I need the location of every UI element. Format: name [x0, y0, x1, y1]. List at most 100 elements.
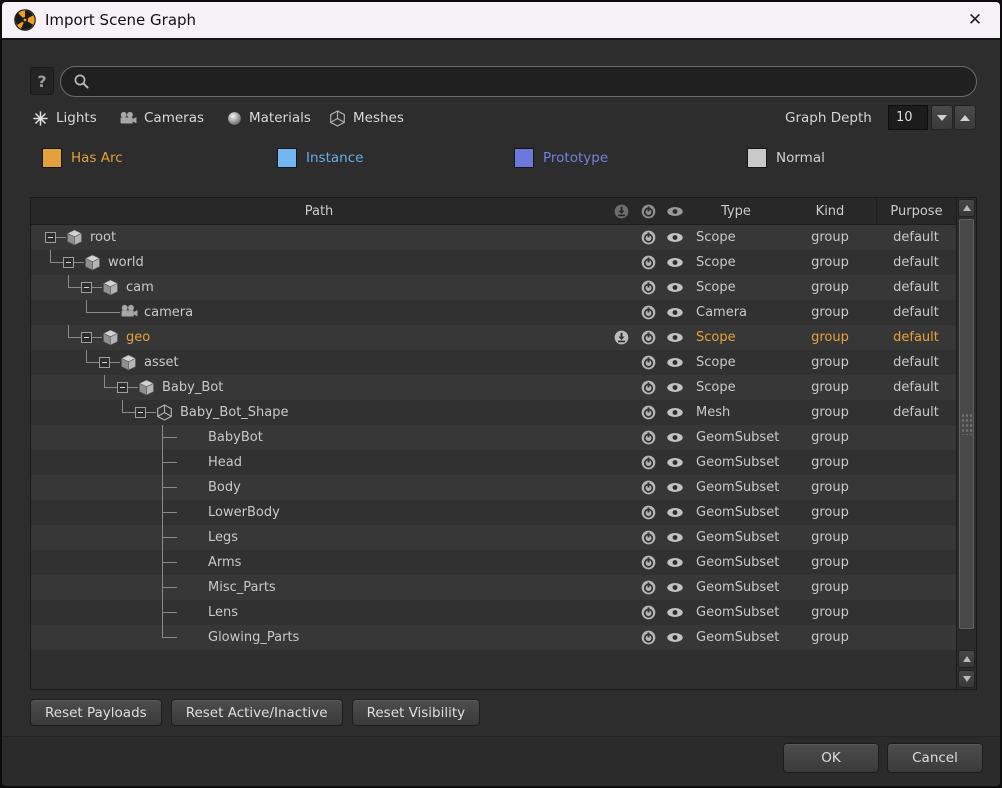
tree-row-lens[interactable]: LensGeomSubsetgroup	[31, 600, 956, 625]
kind-cell: group	[784, 455, 876, 470]
scroll-up-button[interactable]	[958, 199, 975, 217]
vertical-scrollbar[interactable]	[956, 198, 976, 689]
tree-row-baby_bot[interactable]: Baby_BotScopegroupdefault	[31, 375, 956, 400]
visibility-toggle-icon[interactable]	[661, 350, 688, 375]
node-label: Glowing_Parts	[208, 625, 299, 650]
tree-row-world[interactable]: worldScopegroupdefault	[31, 250, 956, 275]
visibility-toggle-icon[interactable]	[661, 525, 688, 550]
kind-cell: group	[784, 405, 876, 420]
tree-row-asset[interactable]: assetScopegroupdefault	[31, 350, 956, 375]
active-toggle-icon[interactable]	[635, 375, 661, 400]
expand-toggle[interactable]	[99, 357, 110, 368]
visibility-toggle-icon[interactable]	[661, 475, 688, 500]
reset-visibility-button[interactable]: Reset Visibility	[352, 699, 481, 726]
active-toggle-icon[interactable]	[635, 275, 661, 300]
column-header-type[interactable]: Type	[688, 204, 784, 219]
tree-row-camera[interactable]: cameraCameragroupdefault	[31, 300, 956, 325]
legend-swatch	[42, 148, 62, 168]
visibility-toggle-icon[interactable]	[661, 425, 688, 450]
active-toggle-icon[interactable]	[635, 475, 661, 500]
active-toggle-icon[interactable]	[635, 550, 661, 575]
camera-icon	[120, 304, 137, 321]
filter-label: Materials	[249, 110, 311, 126]
node-label: Arms	[208, 550, 241, 575]
active-toggle-icon[interactable]	[635, 525, 661, 550]
graph-depth-input[interactable]	[888, 105, 928, 130]
tree-row-geo[interactable]: geoScopegroupdefault	[31, 325, 956, 350]
tree-row-body[interactable]: BodyGeomSubsetgroup	[31, 475, 956, 500]
search-input[interactable]	[97, 74, 964, 89]
visibility-toggle-icon[interactable]	[661, 275, 688, 300]
reset-active-inactive-button[interactable]: Reset Active/Inactive	[171, 699, 343, 726]
scroll-up-button-bottom[interactable]	[958, 650, 975, 668]
tree-row-baby_bot_shape[interactable]: Baby_Bot_ShapeMeshgroupdefault	[31, 400, 956, 425]
active-column-icon[interactable]	[635, 199, 661, 224]
active-toggle-icon[interactable]	[635, 300, 661, 325]
kind-cell: group	[784, 530, 876, 545]
visibility-toggle-icon[interactable]	[661, 600, 688, 625]
tree-row-lowerbody[interactable]: LowerBodyGeomSubsetgroup	[31, 500, 956, 525]
active-toggle-icon[interactable]	[635, 400, 661, 425]
filter-meshes[interactable]: Meshes	[329, 105, 404, 131]
tree-row-misc_parts[interactable]: Misc_PartsGeomSubsetgroup	[31, 575, 956, 600]
reset-payloads-button[interactable]: Reset Payloads	[30, 699, 162, 726]
visibility-toggle-icon[interactable]	[661, 375, 688, 400]
tree-row-arms[interactable]: ArmsGeomSubsetgroup	[31, 550, 956, 575]
visibility-toggle-icon[interactable]	[661, 625, 688, 650]
active-toggle-icon[interactable]	[635, 450, 661, 475]
close-icon[interactable]: ✕	[962, 7, 988, 33]
expand-toggle[interactable]	[45, 232, 56, 243]
active-toggle-icon[interactable]	[635, 500, 661, 525]
visibility-toggle-icon[interactable]	[661, 550, 688, 575]
visibility-column-icon[interactable]	[661, 199, 688, 224]
visibility-toggle-icon[interactable]	[661, 325, 688, 350]
expand-toggle[interactable]	[81, 332, 92, 343]
graph-depth-increase-button[interactable]	[954, 105, 976, 130]
tree-row-legs[interactable]: LegsGeomSubsetgroup	[31, 525, 956, 550]
payload-icon[interactable]	[607, 325, 635, 350]
ok-button[interactable]: OK	[783, 743, 879, 773]
column-header-path[interactable]: Path	[31, 199, 607, 224]
filter-lights[interactable]: Lights	[32, 105, 97, 131]
column-header-purpose[interactable]: Purpose	[876, 198, 956, 225]
active-toggle-icon[interactable]	[635, 425, 661, 450]
scrollbar-thumb[interactable]	[959, 219, 974, 629]
tree-row-cam[interactable]: camScopegroupdefault	[31, 275, 956, 300]
payload-column-icon[interactable]	[607, 199, 635, 224]
active-toggle-icon[interactable]	[635, 600, 661, 625]
visibility-toggle-icon[interactable]	[661, 575, 688, 600]
active-toggle-icon[interactable]	[635, 350, 661, 375]
expand-toggle[interactable]	[63, 257, 74, 268]
tree-row-babybot[interactable]: BabyBotGeomSubsetgroup	[31, 425, 956, 450]
tree-row-head[interactable]: HeadGeomSubsetgroup	[31, 450, 956, 475]
active-toggle-icon[interactable]	[635, 225, 661, 250]
expand-toggle[interactable]	[81, 282, 92, 293]
visibility-toggle-icon[interactable]	[661, 400, 688, 425]
cancel-button[interactable]: Cancel	[887, 743, 983, 773]
node-label: cam	[126, 275, 154, 300]
node-label: LowerBody	[208, 500, 280, 525]
kind-cell: group	[784, 430, 876, 445]
column-header-kind[interactable]: Kind	[784, 204, 876, 219]
scroll-down-button[interactable]	[958, 670, 975, 688]
active-toggle-icon[interactable]	[635, 325, 661, 350]
filter-materials[interactable]: Materials	[227, 105, 311, 131]
visibility-toggle-icon[interactable]	[661, 225, 688, 250]
graph-depth-decrease-button[interactable]	[931, 105, 953, 130]
visibility-toggle-icon[interactable]	[661, 450, 688, 475]
window-title: Import Scene Graph	[45, 11, 196, 29]
tree-row-glowing_parts[interactable]: Glowing_PartsGeomSubsetgroup	[31, 625, 956, 650]
visibility-toggle-icon[interactable]	[661, 250, 688, 275]
visibility-toggle-icon[interactable]	[661, 300, 688, 325]
active-toggle-icon[interactable]	[635, 575, 661, 600]
active-toggle-icon[interactable]	[635, 250, 661, 275]
purpose-cell: default	[876, 405, 956, 420]
tree-row-root[interactable]: rootScopegroupdefault	[31, 225, 956, 250]
visibility-toggle-icon[interactable]	[661, 500, 688, 525]
active-toggle-icon[interactable]	[635, 625, 661, 650]
purpose-cell: default	[876, 355, 956, 370]
expand-toggle[interactable]	[135, 407, 146, 418]
filter-cameras[interactable]: Cameras	[119, 105, 204, 131]
help-button[interactable]: ?	[30, 67, 54, 95]
expand-toggle[interactable]	[117, 382, 128, 393]
